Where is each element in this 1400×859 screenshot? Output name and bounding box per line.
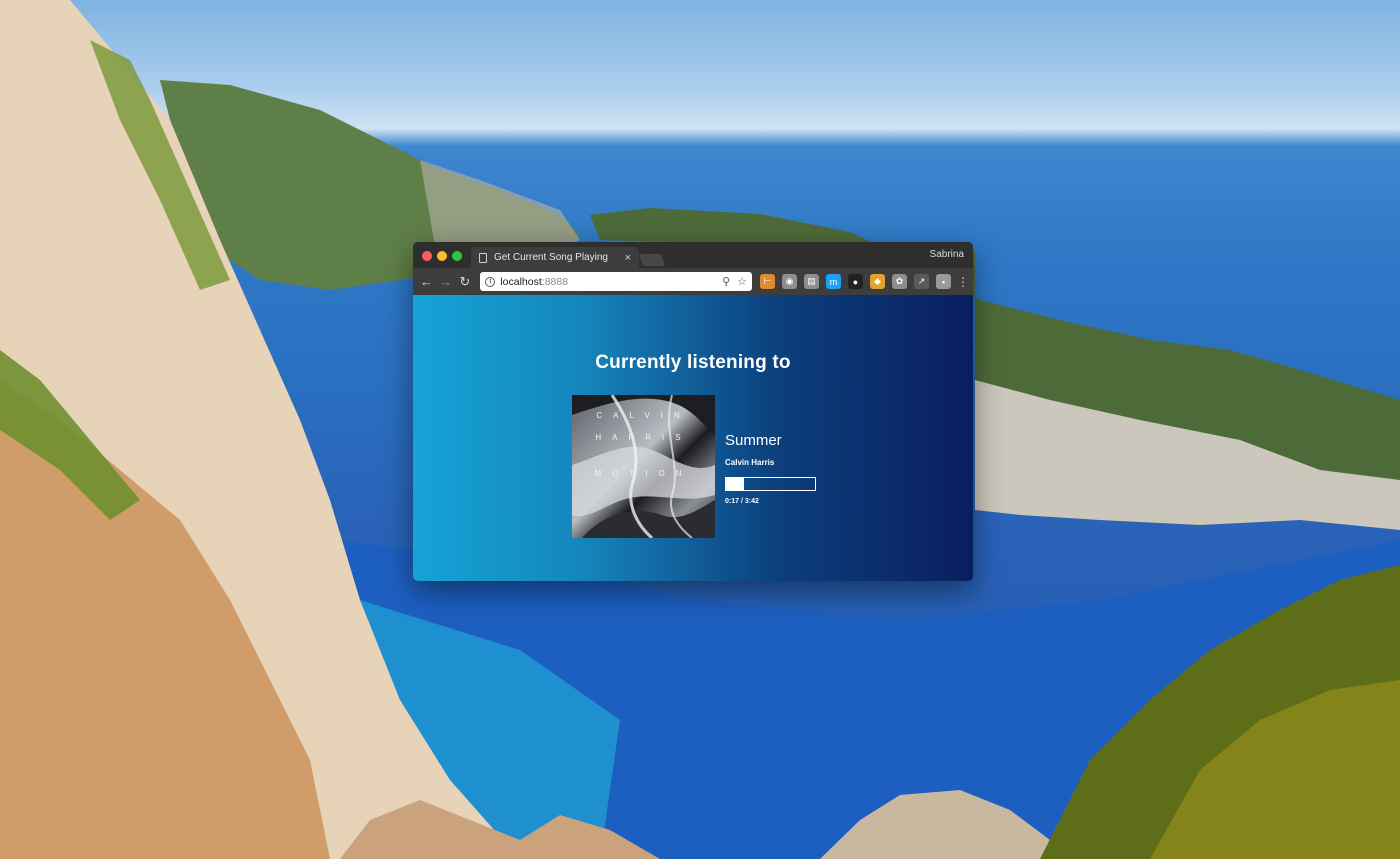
forward-icon[interactable]: → xyxy=(436,272,455,292)
new-tab-button[interactable] xyxy=(638,254,666,266)
back-icon[interactable]: ← xyxy=(417,272,436,292)
ext-3-icon[interactable]: ▤ xyxy=(804,274,820,289)
reload-icon[interactable]: ↻ xyxy=(455,272,474,292)
browser-toolbar: ← → ↻ i localhost :8888 ⚲ ☆ ⊢ ◉ ▤ m ● ◆ ✿ ↗ ▪ ⋮ xyxy=(413,268,973,295)
bookmark-star-icon[interactable]: ☆ xyxy=(737,275,747,288)
browser-window: Get Current Song Playing × Sabrina ← → ↻… xyxy=(413,242,973,581)
ext-9-icon[interactable]: ▪ xyxy=(936,274,952,289)
address-bar[interactable]: i localhost :8888 ⚲ ☆ xyxy=(480,272,753,291)
url-port: :8888 xyxy=(541,275,569,288)
info-icon[interactable]: i xyxy=(485,276,496,287)
tab-close-icon[interactable]: × xyxy=(625,252,631,264)
playback-time: 0:17 / 3:42 xyxy=(725,498,759,505)
window-maximize-button[interactable] xyxy=(452,251,462,261)
song-title: Summer xyxy=(725,432,782,449)
progress-fill xyxy=(726,478,744,490)
ext-4-icon[interactable]: m xyxy=(826,274,842,289)
ext-5-icon[interactable]: ● xyxy=(848,274,864,289)
url-host: localhost xyxy=(500,275,542,288)
window-minimize-button[interactable] xyxy=(437,251,447,261)
album-text-line: MOTION xyxy=(594,469,693,478)
page-icon xyxy=(479,252,487,263)
title-bar: Get Current Song Playing × Sabrina xyxy=(413,242,973,268)
window-close-button[interactable] xyxy=(422,251,432,261)
zoom-icon[interactable]: ⚲ xyxy=(722,275,730,288)
tab-title: Get Current Song Playing xyxy=(494,252,608,263)
page-heading: Currently listening to xyxy=(595,352,791,373)
menu-icon[interactable]: ⋮ xyxy=(957,275,969,289)
artist-name: Calvin Harris xyxy=(725,458,775,467)
album-art: CALVIN HARRIS MOTION xyxy=(572,395,715,538)
ext-1-icon[interactable]: ⊢ xyxy=(760,274,776,289)
browser-tab[interactable]: Get Current Song Playing × xyxy=(471,247,639,268)
ext-6-icon[interactable]: ◆ xyxy=(870,274,886,289)
profile-name[interactable]: Sabrina xyxy=(930,249,964,260)
ext-8-icon[interactable]: ↗ xyxy=(914,274,930,289)
album-text-line: CALVIN xyxy=(596,411,691,420)
extensions-bar: ⊢ ◉ ▤ m ● ◆ ✿ ↗ ▪ xyxy=(760,274,952,289)
playback-progress-bar[interactable] xyxy=(725,477,816,491)
page-content: Currently listening to CALVIN HARRIS MOT… xyxy=(413,295,973,581)
ext-7-icon[interactable]: ✿ xyxy=(892,274,908,289)
album-text-line: HARRIS xyxy=(595,433,692,442)
ext-2-icon[interactable]: ◉ xyxy=(782,274,798,289)
